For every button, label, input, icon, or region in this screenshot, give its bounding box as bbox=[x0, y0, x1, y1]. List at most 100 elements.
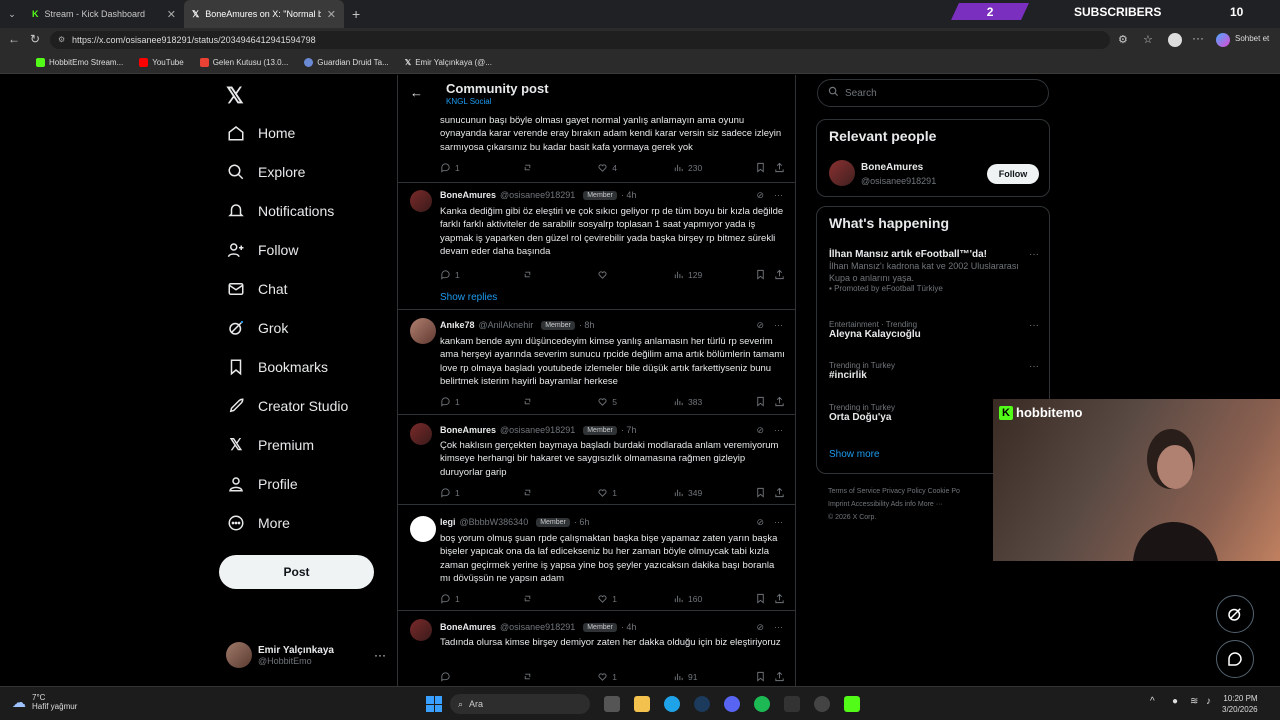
share-button[interactable] bbox=[774, 269, 785, 280]
more-icon[interactable]: ··· bbox=[374, 648, 386, 662]
back-arrow-icon[interactable]: ← bbox=[410, 85, 423, 100]
trend-item[interactable]: Entertainment · Trending Aleyna Kalaycıo… bbox=[829, 320, 1039, 340]
sidebar-item-profile[interactable]: Profile bbox=[226, 474, 298, 494]
start-button[interactable] bbox=[426, 696, 442, 712]
views-button[interactable]: 160 bbox=[673, 593, 755, 604]
system-clock[interactable]: 10:20 PM 3/20/2026 bbox=[1222, 693, 1258, 715]
bookmark-button[interactable] bbox=[755, 396, 774, 407]
messages-float-button[interactable] bbox=[1216, 640, 1254, 678]
trend-item[interactable]: İlhan Mansız artık eFootball™'da! İlhan … bbox=[829, 249, 1039, 293]
sidebar-item-premium[interactable]: 𝕏 Premium bbox=[226, 435, 314, 455]
repost-button[interactable] bbox=[522, 269, 598, 280]
reply-item[interactable]: BoneAmures @osisanee918291 Member · 7h ⊘… bbox=[398, 415, 795, 505]
taskbar-search[interactable]: ⌕ Ara bbox=[450, 694, 590, 714]
folder-icon[interactable] bbox=[634, 696, 650, 712]
timestamp[interactable]: · 6h bbox=[574, 517, 590, 527]
author-handle[interactable]: @osisanee918291 bbox=[500, 622, 575, 632]
more-icon[interactable]: ··· bbox=[1029, 320, 1039, 331]
repost-button[interactable] bbox=[522, 593, 598, 604]
like-button[interactable]: 5 bbox=[597, 396, 673, 407]
author-name[interactable]: BoneAmures bbox=[440, 190, 496, 200]
author-name[interactable]: BoneAmures bbox=[440, 425, 496, 435]
more-icon[interactable]: ··· bbox=[774, 190, 783, 201]
back-icon[interactable]: ← bbox=[8, 32, 20, 46]
reply-item[interactable]: legi @BbbbW386340 Member · 6h ⊘ ··· boş y… bbox=[398, 505, 795, 611]
views-button[interactable]: 230 bbox=[673, 162, 755, 173]
more-icon[interactable]: ··· bbox=[774, 517, 783, 528]
chat-label[interactable]: Sohbet et bbox=[1235, 34, 1269, 43]
reply-item[interactable]: BoneAmures @osisanee918291 Member · 4h ⊘… bbox=[398, 611, 795, 686]
views-button[interactable]: 129 bbox=[673, 269, 755, 280]
grok-icon[interactable]: ⊘ bbox=[756, 517, 764, 528]
share-button[interactable] bbox=[774, 593, 785, 604]
repost-button[interactable] bbox=[522, 396, 598, 407]
grok-icon[interactable]: ⊘ bbox=[756, 320, 764, 331]
views-button[interactable]: 91 bbox=[673, 671, 755, 682]
like-button[interactable]: 4 bbox=[597, 162, 673, 173]
taskview-icon[interactable] bbox=[604, 696, 620, 712]
reply-item[interactable]: BoneAmures @osisanee918291 Member · 4h ⊘… bbox=[398, 183, 795, 309]
show-replies-link[interactable]: Show replies bbox=[440, 292, 497, 303]
edge-icon[interactable] bbox=[664, 696, 680, 712]
account-switcher[interactable]: Emir Yalçınkaya @HobbitEmo ··· bbox=[226, 638, 386, 672]
reply-button[interactable] bbox=[440, 671, 522, 682]
bookmark-button[interactable] bbox=[755, 269, 774, 280]
share-button[interactable] bbox=[774, 162, 785, 173]
wifi-icon[interactable]: ≋ bbox=[1190, 696, 1198, 707]
grok-icon[interactable]: ⊘ bbox=[756, 622, 764, 633]
avatar[interactable] bbox=[410, 190, 432, 212]
favorites-icon[interactable]: ☆ bbox=[1143, 33, 1153, 46]
follow-button[interactable]: Follow bbox=[987, 164, 1039, 184]
views-button[interactable]: 349 bbox=[673, 487, 755, 498]
post-button[interactable]: Post bbox=[219, 555, 374, 589]
mic-icon[interactable]: ● bbox=[1172, 696, 1178, 707]
timestamp[interactable]: · 7h bbox=[621, 425, 637, 435]
reply-button[interactable]: 1 bbox=[440, 269, 522, 280]
volume-icon[interactable]: ♪ bbox=[1206, 696, 1211, 707]
timestamp[interactable]: · 4h bbox=[621, 190, 637, 200]
new-tab-button[interactable]: + bbox=[344, 0, 368, 28]
like-button[interactable]: 1 bbox=[597, 671, 673, 682]
more-icon[interactable]: ··· bbox=[1029, 249, 1039, 260]
more-icon[interactable]: ··· bbox=[774, 622, 783, 633]
author-name[interactable]: Anıke78 bbox=[440, 320, 475, 330]
profile-avatar-icon[interactable] bbox=[1168, 33, 1182, 47]
reply-item[interactable]: Anıke78 @AnilAknehir Member · 8h ⊘ ··· ka… bbox=[398, 310, 795, 415]
bookmark-guardian[interactable]: Guardian Druid Ta... bbox=[304, 58, 389, 67]
reply-button[interactable]: 1 bbox=[440, 162, 522, 173]
person-name[interactable]: BoneAmures bbox=[861, 162, 923, 173]
sidebar-item-more[interactable]: More bbox=[226, 513, 290, 533]
steam-icon[interactable] bbox=[694, 696, 710, 712]
bookmark-button[interactable] bbox=[755, 162, 774, 173]
views-button[interactable]: 383 bbox=[673, 396, 755, 407]
share-button[interactable] bbox=[774, 487, 785, 498]
sidebar-item-grok[interactable]: Grok bbox=[226, 318, 288, 338]
repost-button[interactable] bbox=[522, 487, 598, 498]
obs-icon[interactable] bbox=[814, 696, 830, 712]
share-button[interactable] bbox=[774, 671, 785, 682]
sidebar-item-home[interactable]: Home bbox=[226, 123, 295, 143]
more-icon[interactable]: ··· bbox=[1029, 361, 1039, 372]
sidebar-item-notifications[interactable]: Notifications bbox=[226, 201, 334, 221]
grok-icon[interactable]: ⊘ bbox=[756, 425, 764, 436]
sidebar-item-follow[interactable]: Follow bbox=[226, 240, 298, 260]
extensions-icon[interactable]: ⚙ bbox=[1118, 33, 1128, 46]
more-icon[interactable]: ··· bbox=[774, 425, 783, 436]
tab-kick-dashboard[interactable]: K Stream - Kick Dashboard ✕ bbox=[24, 0, 184, 28]
copilot-icon[interactable] bbox=[1216, 33, 1230, 47]
author-handle[interactable]: @AnilAknehir bbox=[479, 320, 534, 330]
x-logo-icon[interactable]: 𝕏 bbox=[226, 83, 244, 109]
menu-dots-icon[interactable]: ··· bbox=[1192, 31, 1204, 45]
avatar[interactable] bbox=[829, 160, 855, 186]
avatar[interactable] bbox=[410, 516, 436, 542]
community-name[interactable]: KNGL Social bbox=[446, 97, 492, 106]
reply-button[interactable]: 1 bbox=[440, 396, 522, 407]
avatar[interactable] bbox=[410, 423, 432, 445]
discord-icon[interactable] bbox=[724, 696, 740, 712]
tab-x-post[interactable]: 𝕏 BoneAmures on X: "Normal bir rp ✕ bbox=[184, 0, 344, 28]
like-button[interactable]: 1 bbox=[597, 593, 673, 604]
like-button[interactable] bbox=[597, 269, 673, 280]
tab-menu[interactable]: ⌄ bbox=[0, 0, 24, 28]
avatar[interactable] bbox=[410, 619, 432, 641]
bookmark-inbox[interactable]: Gelen Kutusu (13.0... bbox=[199, 58, 288, 67]
